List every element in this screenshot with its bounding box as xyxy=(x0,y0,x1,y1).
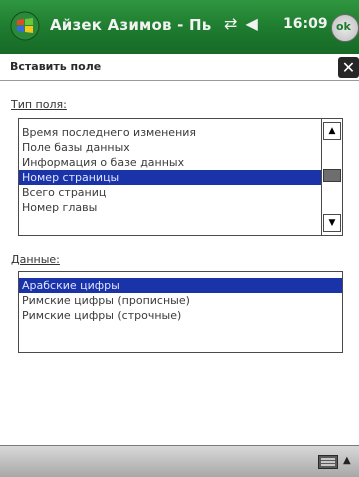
field-type-scrollbar[interactable]: ▲ ▼ xyxy=(321,119,342,235)
list-item[interactable]: Поле базы данных xyxy=(19,140,342,155)
scroll-thumb[interactable] xyxy=(323,169,341,182)
field-type-label: Тип поля: xyxy=(11,98,67,111)
system-tray: ⇄ ◀︎ xyxy=(224,14,261,33)
list-item[interactable]: Римские цифры (строчные) xyxy=(19,308,342,323)
scroll-up-icon[interactable]: ▲ xyxy=(323,122,341,140)
title-bar: Айзек Азимов - Пь ⇄ ◀︎ 16:09 ok xyxy=(0,0,359,54)
clock[interactable]: 16:09 xyxy=(283,16,328,32)
dialog-header: Вставить поле ✕ xyxy=(0,54,359,80)
close-icon[interactable]: ✕ xyxy=(338,57,359,78)
data-label: Данные: xyxy=(11,253,60,266)
windows-start-icon[interactable] xyxy=(10,11,40,41)
connectivity-icon[interactable]: ⇄ xyxy=(224,14,237,33)
list-item[interactable]: Информация о базе данных xyxy=(19,155,342,170)
list-item[interactable]: Время последнего изменения xyxy=(19,125,342,140)
list-item[interactable]: Римские цифры (прописные) xyxy=(19,293,342,308)
menu-bar: ▲ xyxy=(0,445,359,477)
ok-button[interactable]: ok xyxy=(331,14,359,42)
header-divider xyxy=(0,80,359,81)
field-type-listbox[interactable]: Время последнего изменения Поле базы дан… xyxy=(18,118,343,236)
ok-button-label: ok xyxy=(336,20,351,33)
scroll-down-icon[interactable]: ▼ xyxy=(323,214,341,232)
keyboard-icon[interactable] xyxy=(318,455,338,469)
list-item[interactable]: Всего страниц xyxy=(19,185,342,200)
dialog-title: Вставить поле xyxy=(10,60,102,73)
list-item[interactable]: Номер главы xyxy=(19,200,342,215)
field-type-items: Время последнего изменения Поле базы дан… xyxy=(19,119,342,215)
input-selector-arrow-icon[interactable]: ▲ xyxy=(343,455,351,466)
volume-icon[interactable]: ◀︎ xyxy=(246,14,258,33)
list-item-selected[interactable]: Номер страницы xyxy=(19,170,342,185)
data-listbox[interactable]: Арабские цифры Римские цифры (прописные)… xyxy=(18,271,343,353)
pocket-pc-screen: Айзек Азимов - Пь ⇄ ◀︎ 16:09 ok Вставить… xyxy=(0,0,359,477)
list-item-selected[interactable]: Арабские цифры xyxy=(19,278,342,293)
data-items: Арабские цифры Римские цифры (прописные)… xyxy=(19,272,342,323)
window-title: Айзек Азимов - Пь xyxy=(50,16,212,34)
